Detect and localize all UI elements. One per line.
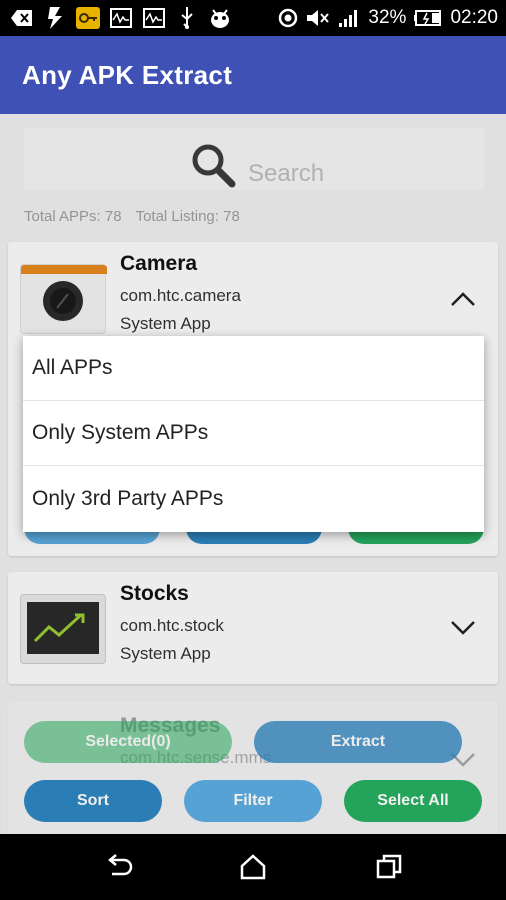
bolt-icon — [43, 6, 67, 30]
system-status: 32% 02:20 — [278, 0, 498, 36]
status-bar: 32% 02:20 — [0, 0, 506, 36]
activity-icon-2 — [142, 6, 166, 30]
clock: 02:20 — [450, 7, 498, 28]
app-title: Any APK Extract — [22, 60, 233, 90]
key-icon — [76, 6, 100, 30]
navigation-bar — [0, 834, 506, 900]
record-icon — [279, 8, 298, 28]
mute-icon — [307, 10, 330, 26]
android-debug-icon — [208, 6, 232, 30]
battery-icon — [414, 10, 442, 26]
recent-apps-icon[interactable] — [374, 852, 404, 882]
menu-item-all-apps[interactable]: All APPs — [23, 336, 484, 401]
menu-item-third-party-apps[interactable]: Only 3rd Party APPs — [23, 466, 484, 531]
notification-icons — [10, 6, 232, 30]
usb-icon — [175, 6, 199, 30]
menu-item-system-apps[interactable]: Only System APPs — [23, 401, 484, 466]
backspace-icon — [10, 6, 34, 30]
activity-icon — [109, 6, 133, 30]
back-icon[interactable] — [104, 852, 134, 882]
battery-percent: 32% — [368, 7, 407, 28]
app-bar: Any APK Extract — [0, 36, 506, 114]
home-icon[interactable] — [238, 852, 268, 882]
filter-menu: All APPs Only System APPs Only 3rd Party… — [23, 336, 484, 532]
signal-icon — [339, 10, 358, 27]
